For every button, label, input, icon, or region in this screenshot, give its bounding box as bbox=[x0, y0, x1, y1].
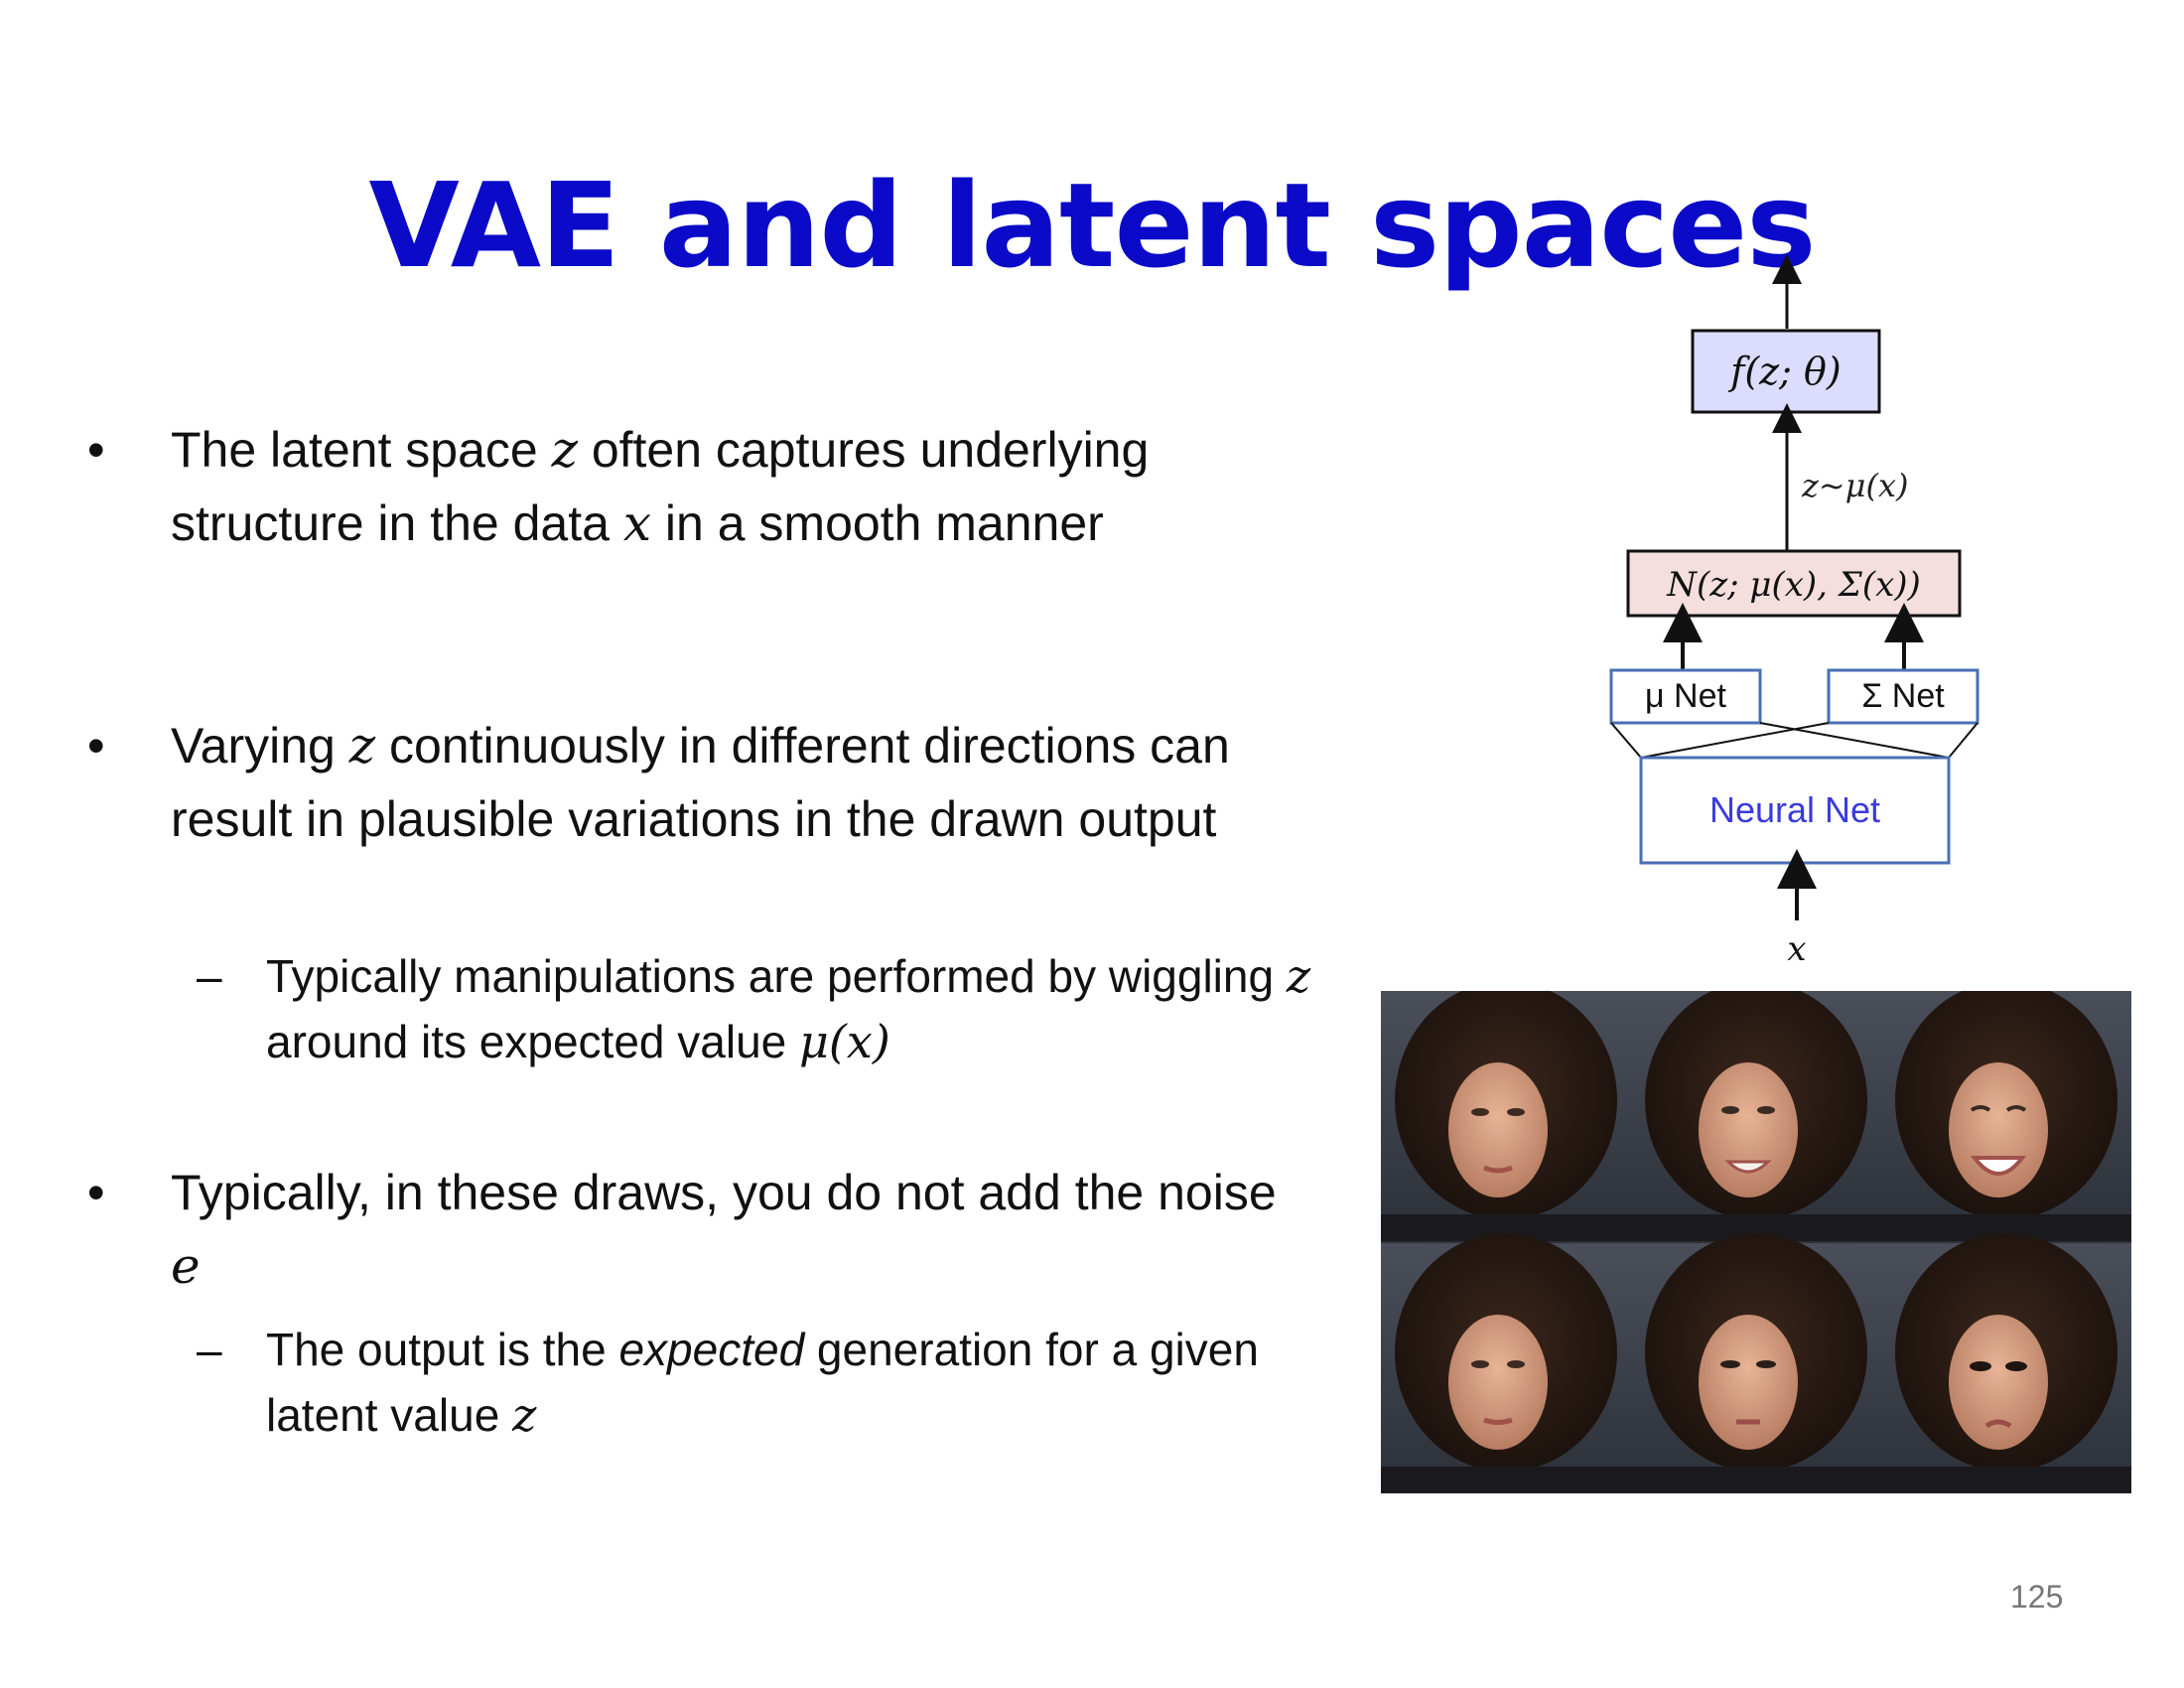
bullet-1-text-c: in a smooth manner bbox=[651, 495, 1104, 551]
emphasis-expected: expected bbox=[618, 1324, 805, 1375]
face-cell-3 bbox=[1881, 981, 2131, 1241]
math-z: z bbox=[1286, 949, 1311, 1003]
face-cell-5 bbox=[1631, 1233, 1881, 1493]
decoder-label: f(z; θ) bbox=[1727, 350, 1842, 393]
math-z: z bbox=[348, 717, 376, 774]
subbullet-1-text-b: around its expected value bbox=[266, 1016, 800, 1067]
net-connectors bbox=[1610, 722, 1979, 759]
subbullet-2-text-a: The output is the bbox=[266, 1324, 619, 1375]
math-z: z bbox=[551, 421, 578, 479]
face-cell-6 bbox=[1881, 1233, 2131, 1493]
mu-net-label: μ Net bbox=[1645, 677, 1726, 715]
face-cell-2 bbox=[1631, 981, 1881, 1241]
bullet-2-text-a: Varying bbox=[171, 718, 349, 774]
bullet-1-text-a: The latent space bbox=[171, 422, 552, 478]
sigma-net-label: Σ Net bbox=[1861, 677, 1945, 715]
math-e: e bbox=[171, 1237, 201, 1295]
page-number: 125 bbox=[2010, 1579, 2064, 1615]
neural-net-label: Neural Net bbox=[1709, 789, 1880, 830]
face-cell-4 bbox=[1381, 1233, 1631, 1493]
gaussian-label: N(z; μ(x), Σ(x)) bbox=[1666, 565, 1921, 605]
face-variations-grid bbox=[1381, 981, 2131, 1493]
face-cell-1 bbox=[1381, 981, 1631, 1241]
bullet-dot: • bbox=[87, 1165, 105, 1220]
subbullet-dash: – bbox=[197, 1324, 222, 1375]
bullet-3-text-a: Typically, in these draws, you do not ad… bbox=[171, 1165, 1277, 1220]
math-z: z bbox=[512, 1388, 537, 1442]
input-label: x bbox=[1787, 929, 1806, 969]
bullet-dot: • bbox=[87, 718, 105, 774]
subbullet-1-text-a: Typically manipulations are performed by… bbox=[266, 950, 1287, 1002]
sample-label: z~μ(x) bbox=[1801, 467, 1908, 504]
bullet-dot: • bbox=[87, 422, 105, 478]
subbullet-dash: – bbox=[197, 950, 222, 1002]
math-mu-x: μ(x) bbox=[799, 1015, 890, 1068]
math-x: x bbox=[622, 494, 652, 552]
vae-diagram: f(z; θ) z~μ(x) N(z; μ(x), Σ(x)) μ Net Σ … bbox=[1608, 253, 2005, 978]
